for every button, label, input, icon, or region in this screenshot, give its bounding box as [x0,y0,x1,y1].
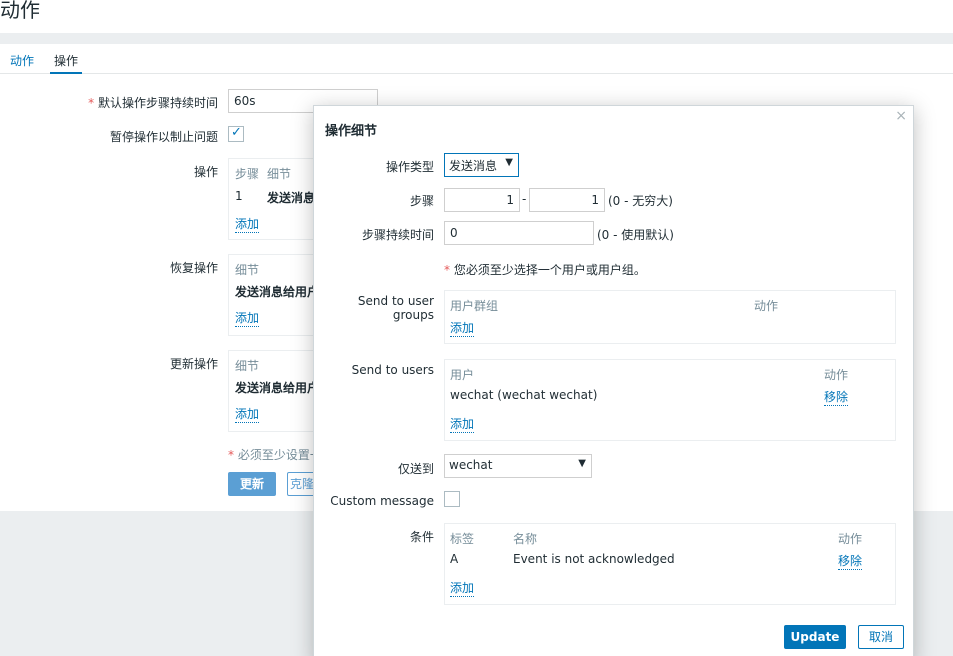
dialog-update-button[interactable]: Update [784,625,846,649]
operations-add-link[interactable]: 添加 [235,215,260,233]
recovery-detail: 发送消息给用户 [235,285,320,299]
col-action-header: 动作 [824,368,849,382]
op-type-label: 操作类型 [385,160,434,174]
update-ops-label: 更新操作 [169,357,218,371]
col-step-header: 步骤 [235,167,260,181]
only-send-select[interactable]: wechat ▼ [444,454,592,478]
user-groups-label: Send to user groups [357,294,434,322]
conditions-add-link[interactable]: 添加 [450,579,475,597]
condition-label: A [450,552,459,566]
operation-step: 1 [235,189,243,203]
chevron-down-icon: ▼ [505,157,513,168]
user-remove-link[interactable]: 移除 [824,388,849,406]
user-row-name: wechat (wechat wechat) [450,388,598,402]
operations-table: 步骤 细节 1 发送消息 添加 [228,158,318,240]
recovery-table: 细节 发送消息给用户 添加 [228,254,320,336]
step-note: (0 - 无穷大) [608,194,673,208]
close-icon[interactable]: × [895,108,907,124]
update-detail: 发送消息给用户 [235,381,320,395]
must-select-note: * 您必须至少选择一个用户或用户组。 [444,263,646,277]
tab-action[interactable]: 动作 [6,52,38,74]
step-duration-input[interactable]: 0 [444,221,594,245]
step-to-input[interactable]: 1 [529,188,605,212]
tab-bar: 动作 操作 [0,44,953,74]
steps-label: 步骤 [409,194,434,208]
update-ops-table: 细节 发送消息给用户 添加 [228,350,320,432]
recovery-add-link[interactable]: 添加 [235,309,260,327]
duration-note: (0 - 使用默认) [597,228,674,242]
conditions-table: 标签 名称 动作 A Event is not acknowledged 移除 … [444,523,896,605]
page-title: 动作 [0,0,40,22]
col-user-group-header: 用户群组 [450,299,499,313]
op-type-select[interactable]: 发送消息 ▼ [444,153,519,177]
must-set-note: * 必须至少设置一 [228,448,322,462]
only-send-label: 仅送到 [397,462,434,476]
user-groups-add-link[interactable]: 添加 [450,319,475,337]
col-detail-header: 细节 [235,263,260,277]
col-name-header: 名称 [513,532,538,546]
chevron-down-icon: ▼ [578,458,586,469]
step-dash: - [522,192,527,206]
step-duration-label: 步骤持续时间 [361,228,434,242]
update-button[interactable]: 更新 [228,472,276,496]
users-add-link[interactable]: 添加 [450,415,475,433]
update-add-link[interactable]: 添加 [235,405,260,423]
custom-message-label: Custom message [330,494,434,508]
users-label: Send to users [351,363,434,377]
col-user-header: 用户 [450,368,475,382]
user-groups-table: 用户群组 动作 添加 [444,290,896,344]
recovery-label: 恢复操作 [169,261,218,275]
operations-label: 操作 [193,165,218,179]
col-detail-header: 细节 [235,359,260,373]
condition-name: Event is not acknowledged [513,552,675,566]
step-from-input[interactable]: 1 [444,188,520,212]
custom-message-checkbox[interactable] [444,491,460,507]
conditions-label: 条件 [409,530,434,544]
tab-operations[interactable]: 操作 [50,52,83,74]
col-action-header: 动作 [754,299,779,313]
col-detail-header: 细节 [267,167,292,181]
dialog-cancel-button[interactable]: 取消 [858,625,904,649]
operation-detail: 发送消息 [267,191,316,205]
condition-remove-link[interactable]: 移除 [838,552,863,570]
users-table: 用户 动作 wechat (wechat wechat) 移除 添加 [444,359,896,441]
default-duration-label: * 默认操作步骤持续时间 [88,96,218,110]
col-label-header: 标签 [450,532,475,546]
dialog-title: 操作细节 [325,124,378,139]
page-header: 动作 [0,0,953,33]
col-action-header: 动作 [838,532,863,546]
pause-checkbox[interactable] [228,125,244,142]
operation-details-dialog: 操作细节 × 操作类型 发送消息 ▼ 步骤 1 - 1 (0 - 无穷大) 步骤持… [313,105,914,656]
pause-label: 暂停操作以制止问题 [109,130,218,144]
